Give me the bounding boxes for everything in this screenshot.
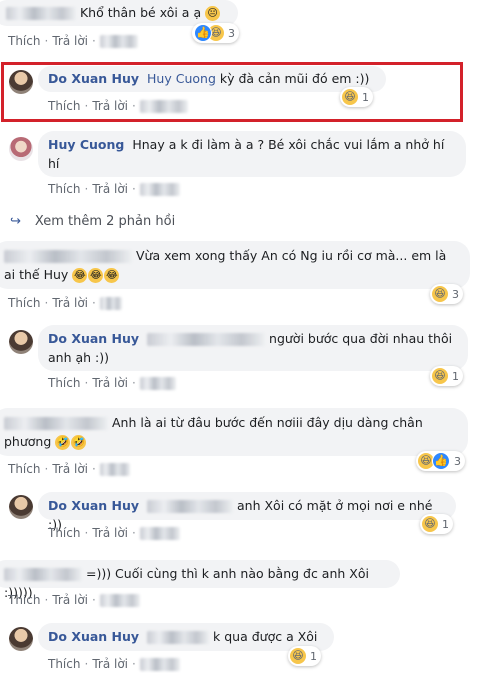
comment-bubble: Vừa xem xong thấy An có Ng iu rồi cơ mà.…: [0, 241, 470, 289]
reaction-count: 1: [310, 649, 317, 663]
laughing-face-icon: 😆: [342, 89, 358, 105]
laughing-face-icon: 😆: [432, 286, 448, 302]
reply-link[interactable]: Trả lời: [92, 182, 128, 196]
avatar[interactable]: [9, 330, 33, 354]
avatar[interactable]: [9, 70, 33, 94]
rofl-icon: 🤣: [55, 435, 71, 450]
comment-actions: Thích · Trả lời ·: [48, 99, 188, 113]
like-link[interactable]: Thích: [48, 182, 80, 196]
reply-link[interactable]: Trả lời: [52, 296, 88, 310]
comment-actions: Thích · Trả lời ·: [8, 34, 138, 48]
author-name[interactable]: Huy Cuong: [48, 137, 124, 152]
blurred-name: [4, 568, 82, 581]
blurred-tag: [147, 500, 234, 513]
reply-link[interactable]: Trả lời: [92, 657, 128, 671]
comment-text: Khổ thân bé xôi a ạ: [79, 5, 202, 20]
reaction-count: 3: [454, 454, 461, 468]
author-name[interactable]: Do Xuan Huy: [48, 331, 139, 346]
reaction-summary[interactable]: 😆 1: [288, 646, 321, 666]
neutral-face-icon: 😐: [205, 6, 221, 21]
avatar[interactable]: [9, 137, 33, 161]
rofl-icon: 🤣: [71, 435, 87, 450]
reaction-summary[interactable]: 😆 1: [340, 87, 373, 107]
reply-bubble: Huy Cuong Hnay a k đi làm à a ? Bé xôi c…: [38, 131, 466, 177]
reaction-count: 1: [362, 90, 369, 104]
reaction-summary[interactable]: 😆 3: [430, 284, 463, 304]
reaction-summary[interactable]: 👍 😆 3: [192, 23, 239, 43]
like-link[interactable]: Thích: [48, 657, 80, 671]
comment-actions: Thích · Trả lời ·: [48, 182, 180, 196]
blurred-name: [4, 250, 132, 263]
laughing-face-icon: 😆: [290, 648, 306, 664]
comment-actions: Thích · Trả lời ·: [48, 526, 180, 540]
comment-text: k qua được a Xôi: [213, 629, 318, 644]
tears-of-joy-icon: 😂: [88, 268, 104, 283]
avatar[interactable]: [9, 627, 33, 651]
reaction-summary[interactable]: 😆 1: [420, 514, 453, 534]
reply-link[interactable]: Trả lời: [52, 34, 88, 48]
reply-arrow-icon: ↪: [10, 214, 21, 229]
blurred-tag: [147, 333, 266, 346]
comment-actions: Thích · Trả lời ·: [8, 593, 140, 607]
blurred-name: [4, 417, 108, 430]
reply-link[interactable]: Trả lời: [92, 99, 128, 113]
blurred-timestamp: [139, 182, 180, 196]
reply-link[interactable]: Trả lời: [92, 376, 128, 390]
blurred-timestamp: [99, 593, 140, 607]
like-link[interactable]: Thích: [48, 526, 80, 540]
blurred-name: [6, 7, 76, 20]
blurred-timestamp: [139, 99, 188, 113]
comment-bubble: =))) Cuối cùng thì k anh nào bằng đc anh…: [0, 560, 400, 600]
blurred-timestamp: [99, 296, 122, 310]
avatar[interactable]: [9, 495, 33, 519]
thumbs-up-icon: 👍: [432, 452, 450, 470]
author-name[interactable]: Do Xuan Huy: [48, 71, 139, 86]
like-link[interactable]: Thích: [8, 296, 40, 310]
reaction-count: 3: [452, 287, 459, 301]
reaction-summary[interactable]: 😆 1: [430, 366, 463, 386]
blurred-timestamp: [139, 657, 180, 671]
blurred-tag: [147, 631, 210, 644]
comment-actions: Thích · Trả lời ·: [8, 462, 130, 476]
like-link[interactable]: Thích: [8, 462, 40, 476]
like-link[interactable]: Thích: [48, 99, 80, 113]
reply-link[interactable]: Trả lời: [92, 526, 128, 540]
reaction-count: 1: [442, 517, 449, 531]
reply-bubble: Do Xuan Huy anh Xôi có mặt ở mọi nơi e n…: [38, 492, 456, 532]
comment-actions: Thích · Trả lời ·: [48, 657, 180, 671]
tagged-user[interactable]: Huy Cuong: [147, 71, 216, 86]
tears-of-joy-icon: 😂: [104, 268, 120, 283]
author-name[interactable]: Do Xuan Huy: [48, 498, 139, 513]
reaction-count: 3: [228, 26, 235, 40]
laughing-face-icon: 😆: [432, 368, 448, 384]
view-more-replies[interactable]: ↪ Xem thêm 2 phản hồi: [10, 214, 175, 229]
reaction-count: 1: [452, 369, 459, 383]
like-link[interactable]: Thích: [8, 34, 40, 48]
comment-actions: Thích · Trả lời ·: [8, 296, 122, 310]
comment-actions: Thích · Trả lời ·: [48, 376, 176, 390]
tears-of-joy-icon: 😂: [72, 268, 88, 283]
blurred-timestamp: [99, 462, 130, 476]
reply-link[interactable]: Trả lời: [52, 593, 88, 607]
thumbs-up-icon: 👍: [194, 24, 212, 42]
reaction-summary[interactable]: 😆 👍 3: [416, 451, 465, 471]
blurred-timestamp: [139, 376, 176, 390]
comment-bubble: Anh là ai từ đâu bước đến nơiii đây dịu …: [0, 408, 468, 456]
view-more-label: Xem thêm 2 phản hồi: [34, 214, 176, 229]
reply-bubble: Do Xuan Huy người bước qua đời nhau thôi…: [38, 325, 468, 371]
laughing-face-icon: 😆: [422, 516, 438, 532]
like-link[interactable]: Thích: [48, 376, 80, 390]
like-link[interactable]: Thích: [8, 593, 40, 607]
reply-link[interactable]: Trả lời: [52, 462, 88, 476]
blurred-timestamp: [139, 526, 180, 540]
reply-bubble: Do Xuan Huy Huy Cuong kỳ đà cản mũi đó e…: [38, 66, 386, 92]
blurred-timestamp: [99, 34, 138, 48]
reply-bubble: Do Xuan Huy k qua được a Xôi: [38, 623, 334, 651]
author-name[interactable]: Do Xuan Huy: [48, 629, 139, 644]
comment-text: kỳ đà cản mũi đó em :)): [219, 71, 370, 86]
